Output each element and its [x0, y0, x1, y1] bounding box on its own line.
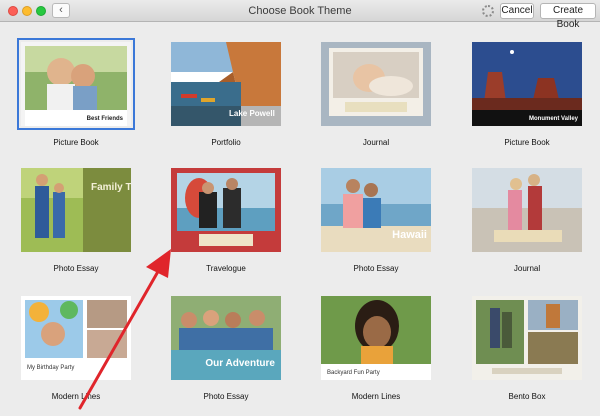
photo-essay-cover-image: Our Adventure — [171, 296, 281, 380]
cover-caption: Backyard Fun Party — [327, 370, 380, 376]
create-book-button[interactable]: Create Book — [540, 3, 596, 30]
theme-label: Photo Essay — [203, 392, 249, 401]
theme-thumbnail[interactable]: Family Trip — [21, 168, 131, 252]
picture-book-cover-image: Best Friends — [21, 42, 131, 126]
modern-lines-cover-image: Backyard Fun Party — [321, 296, 431, 380]
loading-spinner-icon — [482, 5, 494, 17]
theme-thumbnail[interactable] — [171, 168, 281, 252]
theme-label: Photo Essay — [53, 264, 99, 273]
theme-label: Journal — [513, 264, 541, 273]
theme-label: Travelogue — [206, 264, 246, 273]
theme-thumbnail[interactable]: Our Adventure — [171, 296, 281, 380]
cover-caption: Monument Valley — [529, 116, 579, 122]
theme-label: Portfolio — [211, 138, 241, 147]
theme-label: Picture Book — [53, 138, 99, 147]
bento-box-cover-image — [472, 296, 582, 380]
cover-caption: Our Adventure — [205, 358, 275, 369]
photo-essay-cover-image: Family Trip — [21, 168, 131, 252]
modern-lines-cover-image: My Birthday Party — [21, 296, 131, 380]
cover-caption: Hawaii — [392, 229, 427, 241]
cover-caption: Family Trip — [91, 182, 131, 193]
journal-cover-image — [472, 168, 582, 252]
theme-label: Picture Book — [504, 138, 550, 147]
cover-caption: Best Friends — [87, 116, 124, 122]
choose-book-theme-window: ‹ Choose Book Theme Cancel Create Book B… — [0, 0, 600, 416]
theme-label: Journal — [362, 138, 390, 147]
cover-caption: My Birthday Party — [27, 365, 74, 371]
photo-essay-cover-image: Hawaii — [321, 168, 431, 252]
theme-label: Bento Box — [508, 392, 546, 401]
theme-thumbnail[interactable]: My Birthday Party — [21, 296, 131, 380]
theme-thumbnail[interactable] — [472, 296, 582, 380]
cancel-button[interactable]: Cancel — [500, 3, 534, 19]
theme-thumbnail[interactable] — [321, 42, 431, 126]
travelogue-cover-image — [171, 168, 281, 252]
theme-label: Photo Essay — [353, 264, 399, 273]
cover-caption: Lake Powell — [229, 109, 275, 118]
theme-thumbnail[interactable] — [472, 168, 582, 252]
theme-thumbnail[interactable]: Monument Valley — [472, 42, 582, 126]
theme-label: Modern Lines — [51, 392, 101, 401]
title-bar: ‹ Choose Book Theme Cancel Create Book — [0, 0, 600, 30]
theme-label: Modern Lines — [351, 392, 401, 401]
portfolio-cover-image: Lake Powell — [171, 42, 281, 126]
theme-thumbnail[interactable]: Lake Powell — [171, 42, 281, 126]
picture-book-cover-image: Monument Valley — [472, 42, 582, 126]
theme-thumbnail[interactable]: Backyard Fun Party — [321, 296, 431, 380]
theme-thumbnail[interactable]: Best Friends — [17, 38, 135, 130]
journal-cover-image — [321, 42, 431, 126]
theme-thumbnail[interactable]: Hawaii — [321, 168, 431, 252]
